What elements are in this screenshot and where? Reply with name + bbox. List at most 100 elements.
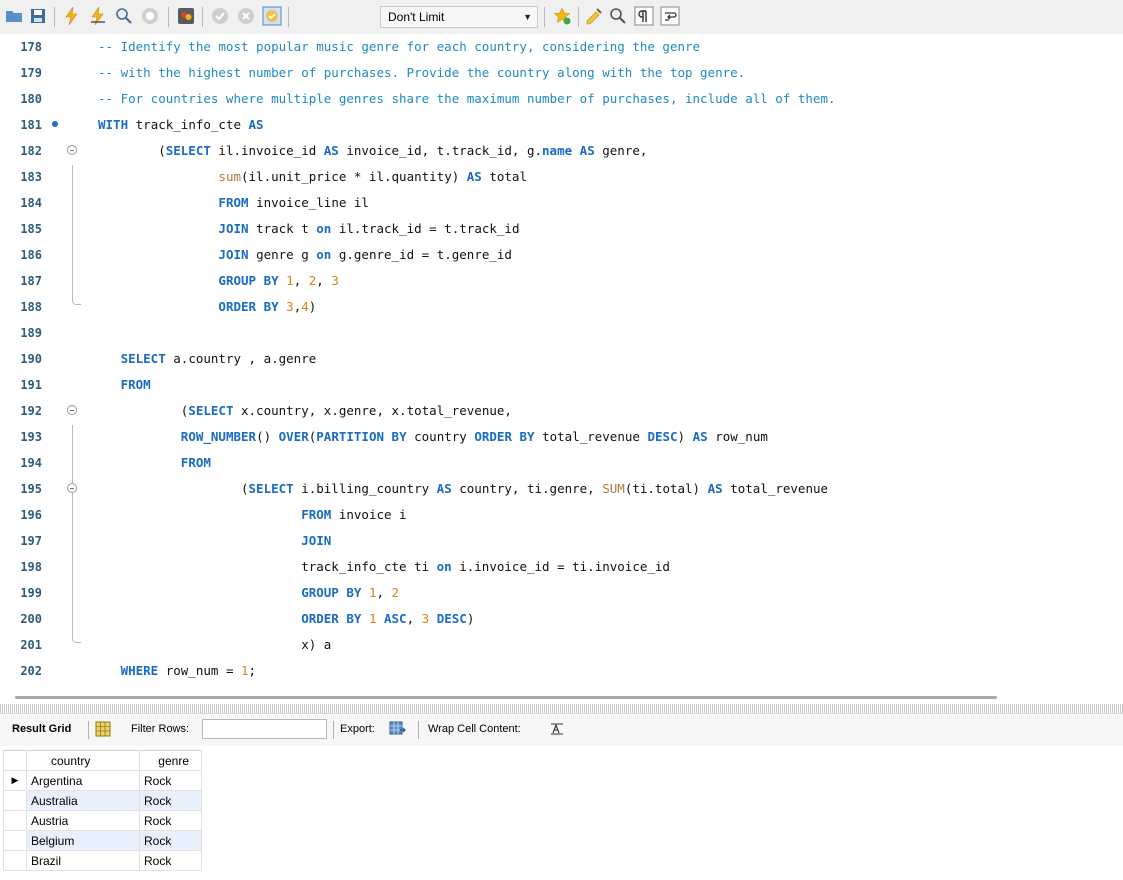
row-indicator[interactable] [3, 810, 27, 831]
code-line[interactable]: 201 x) a [0, 632, 1123, 658]
export-icon[interactable] [389, 720, 407, 738]
code-line[interactable]: 197 JOIN [0, 528, 1123, 554]
execute-icon[interactable] [62, 6, 82, 26]
code-line[interactable]: 178 -- Identify the most popular music ge… [0, 34, 1123, 60]
code-line[interactable]: 183 sum(il.unit_price * il.quantity) AS … [0, 164, 1123, 190]
sql-editor[interactable]: 178 -- Identify the most popular music ge… [0, 34, 1123, 690]
column-header-country[interactable]: country [26, 750, 140, 771]
code-token: PARTITION BY [316, 429, 415, 444]
cell-genre[interactable]: Rock [139, 850, 202, 871]
code-line[interactable]: 193 ROW_NUMBER() OVER(PARTITION BY count… [0, 424, 1123, 450]
code-line[interactable]: 182 (SELECT il.invoice_id AS invoice_id,… [0, 138, 1123, 164]
result-grid[interactable]: country genre ▶ Argentina Rock Australia Roc… [3, 750, 202, 871]
code-line[interactable]: 188 ORDER BY 3,4) [0, 294, 1123, 320]
column-header-genre[interactable]: genre [139, 750, 202, 771]
cell-genre[interactable]: Rock [139, 810, 202, 831]
stop-icon[interactable] [140, 6, 160, 26]
commit-icon[interactable] [210, 6, 230, 26]
code-line[interactable]: 200 ORDER BY 1 ASC, 3 DESC) [0, 606, 1123, 632]
bookmark-star-icon[interactable] [552, 6, 572, 26]
cell-genre[interactable]: Rock [139, 830, 202, 851]
code-token: 1 [286, 273, 294, 288]
code-token: ROW_NUMBER [180, 429, 257, 444]
cell-country[interactable]: Belgium [26, 830, 140, 851]
result-grid-tab[interactable]: Result Grid [12, 723, 71, 735]
fold-toggle-icon[interactable] [67, 405, 77, 415]
code-line[interactable]: 191 FROM [0, 372, 1123, 398]
code-token: ) [677, 429, 693, 444]
cell-genre[interactable]: Rock [139, 770, 202, 791]
grid-view-icon[interactable] [95, 721, 111, 737]
code-text: FROM [98, 372, 151, 398]
line-number: 182 [20, 144, 42, 158]
table-row[interactable]: Belgium Rock [3, 830, 202, 851]
toggle-output-icon[interactable] [176, 6, 196, 26]
fold-toggle-icon[interactable] [67, 483, 77, 493]
row-indicator[interactable] [3, 790, 27, 811]
current-row-arrow-icon[interactable]: ▶ [3, 770, 27, 791]
limit-rows-dropdown[interactable]: Don't Limit ▼ [380, 6, 538, 28]
table-row[interactable]: Austria Rock [3, 810, 202, 831]
editor-horizontal-scrollbar[interactable] [15, 696, 997, 699]
line-number: 183 [20, 170, 42, 184]
code-line[interactable]: 196 FROM invoice i [0, 502, 1123, 528]
code-line[interactable]: 179 -- with the highest number of purchas… [0, 60, 1123, 86]
cell-country[interactable]: Australia [26, 790, 140, 811]
code-line[interactable]: 192 (SELECT x.country, x.genre, x.total_… [0, 398, 1123, 424]
table-row[interactable]: Australia Rock [3, 790, 202, 811]
code-token: on [316, 221, 339, 236]
code-line[interactable]: 185 JOIN track t on il.track_id = t.trac… [0, 216, 1123, 242]
cell-genre[interactable]: Rock [139, 790, 202, 811]
code-token: 2 [391, 585, 400, 600]
code-line[interactable]: 190 SELECT a.country , a.genre [0, 346, 1123, 372]
code-line[interactable]: 202 WHERE row_num = 1; [0, 658, 1123, 684]
panel-splitter[interactable] [0, 704, 1123, 713]
code-line[interactable]: 198 track_info_cte ti on i.invoice_id = … [0, 554, 1123, 580]
code-line[interactable]: 189 [0, 320, 1123, 346]
fold-toggle-icon[interactable] [67, 145, 77, 155]
code-token: invoice_line il [256, 195, 369, 210]
code-line[interactable]: 181 WITH track_info_cte AS [0, 112, 1123, 138]
code-line[interactable]: 186 JOIN genre g on g.genre_id = t.genre… [0, 242, 1123, 268]
code-token: AS [466, 169, 490, 184]
table-row[interactable]: Brazil Rock [3, 850, 202, 871]
code-line[interactable]: 180 -- For countries where multiple genre… [0, 86, 1123, 112]
code-token: () [256, 429, 279, 444]
wrap-cell-content-label: Wrap Cell Content: [428, 723, 521, 735]
save-icon[interactable] [28, 6, 48, 26]
row-indicator[interactable] [3, 850, 27, 871]
code-token: , [316, 273, 332, 288]
code-token: i.billing_country [301, 481, 437, 496]
cell-country[interactable]: Argentina [26, 770, 140, 791]
beautify-icon[interactable] [584, 6, 604, 26]
cell-country[interactable]: Austria [26, 810, 140, 831]
code-token: FROM [218, 195, 257, 210]
wrap-cell-icon[interactable] [550, 722, 564, 736]
row-indicator[interactable] [3, 830, 27, 851]
find-icon[interactable] [608, 6, 628, 26]
code-line[interactable]: 187 GROUP BY 1, 2, 3 [0, 268, 1123, 294]
line-number: 180 [20, 92, 42, 106]
statement-marker-icon [52, 121, 58, 127]
code-line[interactable]: 199 GROUP BY 1, 2 [0, 580, 1123, 606]
code-line[interactable]: 184 FROM invoice_line il [0, 190, 1123, 216]
wrap-icon[interactable] [660, 6, 680, 26]
rollback-icon[interactable] [236, 6, 256, 26]
code-line[interactable]: 194 FROM [0, 450, 1123, 476]
table-row[interactable]: ▶ Argentina Rock [3, 770, 202, 791]
code-token: country [414, 429, 475, 444]
explain-icon[interactable] [114, 6, 134, 26]
code-token: genre g [256, 247, 317, 262]
filter-rows-input[interactable] [202, 719, 327, 739]
line-number: 185 [20, 222, 42, 236]
cell-country[interactable]: Brazil [26, 850, 140, 871]
code-token: ; [248, 663, 257, 678]
autocommit-icon[interactable] [262, 6, 282, 26]
code-token: country, ti.genre, [459, 481, 603, 496]
open-folder-icon[interactable] [4, 6, 24, 26]
execute-current-icon[interactable] [88, 6, 108, 26]
invisible-chars-icon[interactable] [634, 6, 654, 26]
code-line[interactable]: 195 (SELECT i.billing_country AS country… [0, 476, 1123, 502]
